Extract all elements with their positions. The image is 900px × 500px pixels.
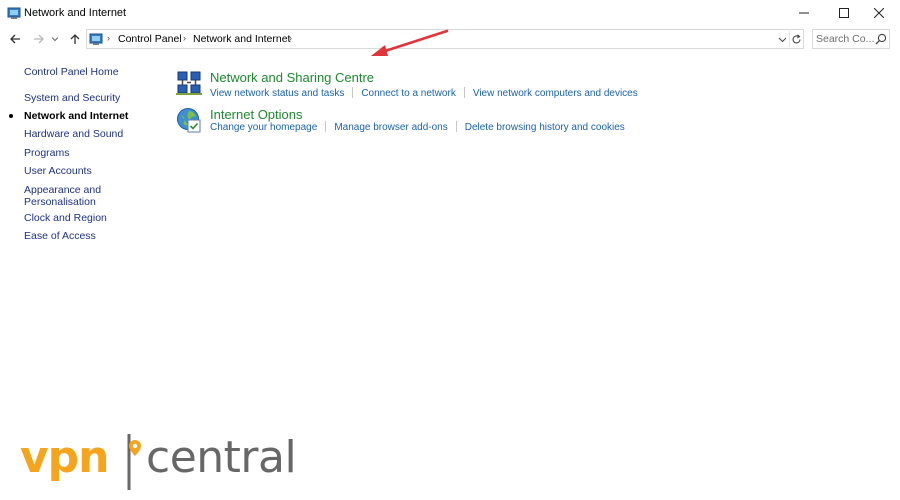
address-history-button[interactable] — [776, 32, 788, 46]
search-input[interactable] — [816, 32, 874, 46]
chevron-down-icon — [778, 37, 786, 42]
recent-locations-button[interactable] — [50, 30, 60, 48]
control-panel-icon — [89, 33, 103, 45]
watermark-brand-central: central — [146, 432, 297, 483]
back-button[interactable] — [6, 30, 24, 48]
refresh-button[interactable] — [789, 31, 803, 47]
chevron-down-icon — [51, 37, 59, 42]
breadcrumb-separator-icon[interactable]: › — [289, 33, 292, 43]
up-button[interactable] — [66, 30, 84, 48]
window-title: Network and Internet — [24, 7, 127, 19]
sidebar-item-system-and-security[interactable]: System and Security — [24, 92, 120, 104]
internet-options-link[interactable]: Internet Options — [210, 107, 303, 122]
network-sharing-icon[interactable] — [176, 70, 202, 96]
minimize-icon — [799, 12, 809, 14]
sidebar-item-control-panel-home[interactable]: Control Panel Home — [24, 66, 119, 78]
view-network-status-link[interactable]: View network status and tasks — [210, 88, 344, 99]
sidebar-item-network-and-internet: Network and Internet — [24, 110, 129, 122]
link-divider — [455, 121, 457, 132]
forward-button[interactable] — [30, 30, 48, 48]
breadcrumb-separator-icon[interactable]: › — [107, 33, 110, 43]
sidebar-item-ease-of-access[interactable]: Ease of Access — [24, 230, 96, 242]
internet-options-task-links: Change your homepage Manage browser add-o… — [210, 121, 625, 133]
manage-browser-addons-link[interactable]: Manage browser add-ons — [334, 122, 447, 133]
sidebar-item-programs[interactable]: Programs — [24, 147, 70, 159]
arrow-left-icon — [10, 34, 20, 44]
watermark-brand-vpn: vpn — [20, 432, 110, 483]
link-divider — [325, 121, 327, 132]
breadcrumb-control-panel[interactable]: Control Panel — [118, 33, 182, 45]
sidebar-item-appearance-line1[interactable]: Appearance and — [24, 184, 101, 196]
minimize-button[interactable] — [787, 0, 821, 26]
watermark-pin-icon — [127, 434, 141, 490]
network-task-links: View network status and tasks Connect to … — [210, 87, 638, 99]
current-item-bullet-icon — [9, 114, 13, 118]
sidebar-item-appearance-line2[interactable]: Personalisation — [24, 196, 96, 208]
close-icon — [874, 8, 884, 18]
connect-to-network-link[interactable]: Connect to a network — [361, 88, 456, 99]
search-box[interactable] — [812, 29, 890, 49]
maximize-icon — [839, 8, 849, 18]
arrow-right-icon — [34, 34, 44, 44]
breadcrumb-network-and-internet[interactable]: Network and Internet — [193, 33, 290, 45]
annotation-arrow-icon — [371, 29, 449, 56]
change-homepage-link[interactable]: Change your homepage — [210, 122, 317, 133]
sidebar-item-clock-and-region[interactable]: Clock and Region — [24, 212, 107, 224]
link-divider — [352, 87, 354, 98]
watermark-logo: vpn central — [20, 432, 330, 492]
title-bar: Network and Internet — [0, 0, 900, 26]
view-network-computers-link[interactable]: View network computers and devices — [473, 88, 638, 99]
link-divider — [463, 87, 465, 98]
delete-browsing-history-link[interactable]: Delete browsing history and cookies — [465, 122, 625, 133]
maximize-button[interactable] — [827, 0, 861, 26]
arrow-up-icon — [70, 34, 80, 44]
refresh-icon — [792, 33, 801, 43]
sidebar-item-user-accounts[interactable]: User Accounts — [24, 165, 92, 177]
internet-options-icon[interactable] — [176, 107, 202, 133]
breadcrumb-separator-icon[interactable]: › — [183, 33, 186, 43]
control-panel-icon — [7, 7, 21, 19]
search-icon[interactable] — [874, 32, 888, 46]
network-and-sharing-centre-link[interactable]: Network and Sharing Centre — [210, 70, 374, 85]
sidebar-item-hardware-and-sound[interactable]: Hardware and Sound — [24, 128, 123, 140]
navigation-bar: › Control Panel › Network and Internet › — [0, 27, 900, 51]
close-button[interactable] — [862, 0, 896, 26]
